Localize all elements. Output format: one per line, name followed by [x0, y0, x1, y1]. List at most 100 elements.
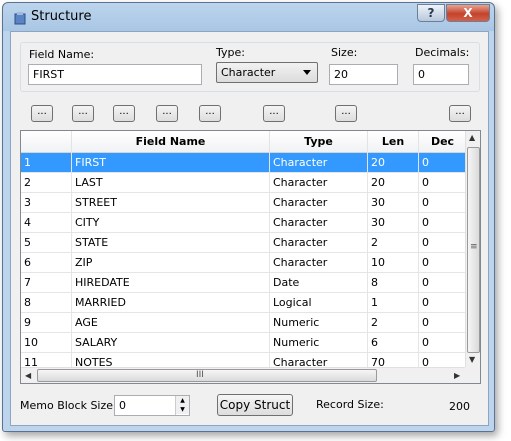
cell-row-number[interactable]: 4 — [21, 213, 72, 233]
copy-struct-button[interactable]: Copy Struct — [217, 394, 293, 416]
close-button[interactable]: X — [446, 4, 490, 22]
cell-type[interactable]: Character — [270, 213, 368, 233]
cell-type[interactable]: Character — [270, 173, 368, 193]
cell-field-name[interactable]: SALARY — [72, 333, 270, 353]
size-input[interactable]: 20 — [329, 64, 398, 85]
table-row[interactable]: 1 FIRST Character 20 0 — [21, 153, 467, 173]
field-name-input[interactable]: FIRST — [28, 64, 202, 85]
column-header-field-name[interactable]: Field Name — [72, 131, 270, 153]
cell-dec[interactable]: 0 — [419, 193, 467, 213]
cell-type[interactable]: Numeric — [270, 333, 368, 353]
cell-len[interactable]: 1 — [368, 293, 419, 313]
ellipsis-button-3[interactable]: ... — [113, 105, 135, 122]
cell-field-name[interactable]: STATE — [72, 233, 270, 253]
ellipsis-button-5[interactable]: ... — [199, 105, 221, 122]
cell-field-name[interactable]: CITY — [72, 213, 270, 233]
cell-row-number[interactable]: 8 — [21, 293, 72, 313]
column-header-type[interactable]: Type — [270, 131, 368, 153]
memo-block-size-spinner[interactable]: 0 ▲ ▼ — [114, 395, 190, 416]
cell-len[interactable]: 6 — [368, 333, 419, 353]
cell-row-number[interactable]: 3 — [21, 193, 72, 213]
vertical-scroll-thumb[interactable]: ≡ — [467, 147, 480, 353]
cell-type[interactable]: Numeric — [270, 313, 368, 333]
ellipsis-button-8[interactable]: ... — [449, 105, 471, 122]
cell-row-number[interactable]: 7 — [21, 273, 72, 293]
cell-len[interactable]: 20 — [368, 173, 419, 193]
scroll-right-icon[interactable]: ▶ — [454, 371, 460, 380]
cell-len[interactable]: 30 — [368, 213, 419, 233]
ellipsis-button-6[interactable]: ... — [263, 105, 285, 122]
vertical-scrollbar[interactable]: ▲ ≡ ▼ — [465, 131, 480, 368]
table-row[interactable]: 5 STATE Character 2 0 — [21, 233, 467, 253]
size-label: Size: — [331, 46, 358, 59]
table-row[interactable]: 4 CITY Character 30 0 — [21, 213, 467, 233]
cell-type[interactable]: Character — [270, 193, 368, 213]
structure-grid[interactable]: Field Name Type Len Dec 1 FIRST Character 2… — [20, 130, 481, 384]
table-row[interactable]: 2 LAST Character 20 0 — [21, 173, 467, 193]
title-bar[interactable]: Structure ? X — [3, 3, 494, 31]
cell-field-name[interactable]: STREET — [72, 193, 270, 213]
cell-field-name[interactable]: MARRIED — [72, 293, 270, 313]
cell-row-number[interactable]: 5 — [21, 233, 72, 253]
cell-dec[interactable]: 0 — [419, 313, 467, 333]
scroll-down-icon[interactable]: ▼ — [469, 355, 475, 364]
type-dropdown[interactable]: Character — [216, 62, 318, 83]
cell-row-number[interactable]: 10 — [21, 333, 72, 353]
column-header-dec[interactable]: Dec — [419, 131, 467, 153]
cell-dec[interactable]: 0 — [419, 333, 467, 353]
cell-dec[interactable]: 0 — [419, 253, 467, 273]
cell-type[interactable]: Logical — [270, 293, 368, 313]
cell-len[interactable]: 30 — [368, 193, 419, 213]
table-row[interactable]: 10 SALARY Numeric 6 0 — [21, 333, 467, 353]
cell-field-name[interactable]: FIRST — [72, 153, 270, 173]
scroll-left-icon[interactable]: ◀ — [25, 371, 31, 380]
cell-len[interactable]: 2 — [368, 313, 419, 333]
cell-row-number[interactable]: 2 — [21, 173, 72, 193]
cell-dec[interactable]: 0 — [419, 293, 467, 313]
table-row[interactable]: 7 HIREDATE Date 8 0 — [21, 273, 467, 293]
field-name-browse-button[interactable]: ... — [31, 105, 53, 122]
spin-up-icon[interactable]: ▲ — [176, 396, 189, 405]
cell-row-number[interactable]: 6 — [21, 253, 72, 273]
dialog-client-area: Field Name: FIRST Type: Character Size: … — [10, 31, 489, 426]
cell-len[interactable]: 20 — [368, 153, 419, 173]
help-button[interactable]: ? — [417, 4, 445, 22]
scroll-up-icon[interactable]: ▲ — [469, 133, 475, 142]
cell-row-number[interactable]: 9 — [21, 313, 72, 333]
cell-dec[interactable]: 0 — [419, 273, 467, 293]
table-row[interactable]: 3 STREET Character 30 0 — [21, 193, 467, 213]
ellipsis-button-4[interactable]: ... — [156, 105, 178, 122]
cell-len[interactable]: 2 — [368, 233, 419, 253]
record-size-label: Record Size: — [316, 398, 384, 411]
cell-type[interactable]: Date — [270, 273, 368, 293]
cell-field-name[interactable]: LAST — [72, 173, 270, 193]
ellipsis-button-7[interactable]: ... — [335, 105, 357, 122]
decimals-input[interactable]: 0 — [413, 64, 469, 85]
column-header-len[interactable]: Len — [368, 131, 419, 153]
cell-field-name[interactable]: HIREDATE — [72, 273, 270, 293]
cell-type[interactable]: Character — [270, 253, 368, 273]
cell-len[interactable]: 8 — [368, 273, 419, 293]
cell-len[interactable]: 10 — [368, 253, 419, 273]
ellipsis-button-2[interactable]: ... — [72, 105, 94, 122]
grid-header: Field Name Type Len Dec — [21, 131, 467, 153]
table-row[interactable]: 8 MARRIED Logical 1 0 — [21, 293, 467, 313]
table-row[interactable]: 6 ZIP Character 10 0 — [21, 253, 467, 273]
horizontal-scrollbar[interactable]: ◀ III ▶ — [21, 367, 467, 383]
cell-field-name[interactable]: AGE — [72, 313, 270, 333]
cell-field-name[interactable]: ZIP — [72, 253, 270, 273]
cell-dec[interactable]: 0 — [419, 213, 467, 233]
cell-dec[interactable]: 0 — [419, 233, 467, 253]
grid-rows: 1 FIRST Character 20 0 2 LAST Character 20 0 3 STRE… — [21, 153, 467, 373]
cell-dec[interactable]: 0 — [419, 153, 467, 173]
cell-row-number[interactable]: 1 — [21, 153, 72, 173]
memo-block-size-value: 0 — [119, 399, 126, 412]
horizontal-scroll-thumb[interactable]: III — [37, 369, 377, 382]
cell-type[interactable]: Character — [270, 153, 368, 173]
table-row[interactable]: 9 AGE Numeric 2 0 — [21, 313, 467, 333]
memo-block-size-label: Memo Block Size: — [20, 399, 117, 412]
cell-type[interactable]: Character — [270, 233, 368, 253]
cell-dec[interactable]: 0 — [419, 173, 467, 193]
column-header-row-number[interactable] — [21, 131, 72, 153]
spin-down-icon[interactable]: ▼ — [176, 405, 189, 414]
